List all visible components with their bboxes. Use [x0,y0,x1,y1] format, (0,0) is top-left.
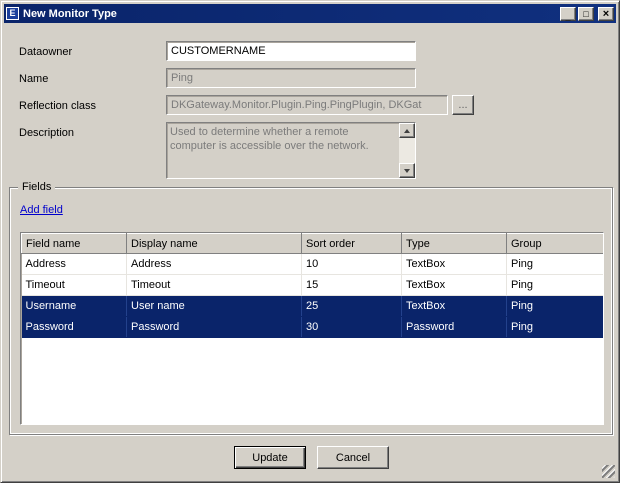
fields-table: Field name Display name Sort order Type … [20,232,604,425]
cell-display-name: Timeout [127,275,302,296]
scroll-down-button[interactable] [399,163,415,178]
cell-sort-order: 15 [302,275,402,296]
cell-display-name: Address [127,254,302,275]
update-button[interactable]: Update [234,446,306,469]
cell-group: Ping [507,296,605,317]
table-row[interactable]: Timeout Timeout 15 TextBox Ping [22,275,605,296]
description-label: Description [19,127,74,139]
cell-field-name: Password [22,317,127,338]
browse-button[interactable]: ... [452,95,474,115]
cell-sort-order: 10 [302,254,402,275]
cell-type: Password [402,317,507,338]
close-button[interactable]: × [598,7,614,21]
column-header-field-name[interactable]: Field name [22,234,127,254]
table-row[interactable]: Password Password 30 Password Ping [22,317,605,338]
minimize-button[interactable]: _ [560,7,576,21]
cell-group: Ping [507,317,605,338]
column-header-type[interactable]: Type [402,234,507,254]
resize-grip-icon[interactable] [602,465,615,478]
fields-groupbox: Fields Add field Field name Display name… [9,187,613,435]
description-textarea[interactable]: Used to determine whether a remote compu… [166,122,416,179]
reflection-class-label: Reflection class [19,100,96,112]
cell-group: Ping [507,275,605,296]
description-scrollbar[interactable] [399,123,415,178]
scroll-track[interactable] [399,138,415,163]
name-input[interactable] [166,68,416,88]
fields-groupbox-title: Fields [18,181,55,193]
scroll-up-button[interactable] [399,123,415,138]
cell-type: TextBox [402,254,507,275]
name-label: Name [19,73,48,85]
cell-sort-order: 30 [302,317,402,338]
column-header-display-name[interactable]: Display name [127,234,302,254]
maximize-button[interactable]: □ [578,7,594,21]
dataowner-label: Dataowner [19,46,72,58]
maximize-icon: □ [583,9,588,19]
cell-field-name: Address [22,254,127,275]
cell-group: Ping [507,254,605,275]
window-title: New Monitor Type [23,8,560,20]
reflection-class-input[interactable] [166,95,448,115]
cell-display-name: User name [127,296,302,317]
cell-field-name: Timeout [22,275,127,296]
table-row[interactable]: Address Address 10 TextBox Ping [22,254,605,275]
cell-type: TextBox [402,275,507,296]
minimize-icon: _ [565,12,570,22]
arrow-up-icon [404,129,410,133]
dialog-window: E New Monitor Type _ □ × Dataowner Name … [0,0,620,483]
close-icon: × [603,8,609,20]
cell-field-name: Username [22,296,127,317]
column-header-sort-order[interactable]: Sort order [302,234,402,254]
description-text: Used to determine whether a remote compu… [170,125,396,153]
arrow-down-icon [404,169,410,173]
cancel-button[interactable]: Cancel [317,446,389,469]
column-header-group[interactable]: Group [507,234,605,254]
cell-type: TextBox [402,296,507,317]
table-row[interactable]: Username User name 25 TextBox Ping [22,296,605,317]
app-icon: E [6,7,19,20]
table-header-row: Field name Display name Sort order Type … [22,234,605,254]
title-bar[interactable]: E New Monitor Type _ □ × [4,4,616,23]
add-field-link[interactable]: Add field [20,204,63,216]
dataowner-input[interactable] [166,41,416,61]
cell-sort-order: 25 [302,296,402,317]
cell-display-name: Password [127,317,302,338]
